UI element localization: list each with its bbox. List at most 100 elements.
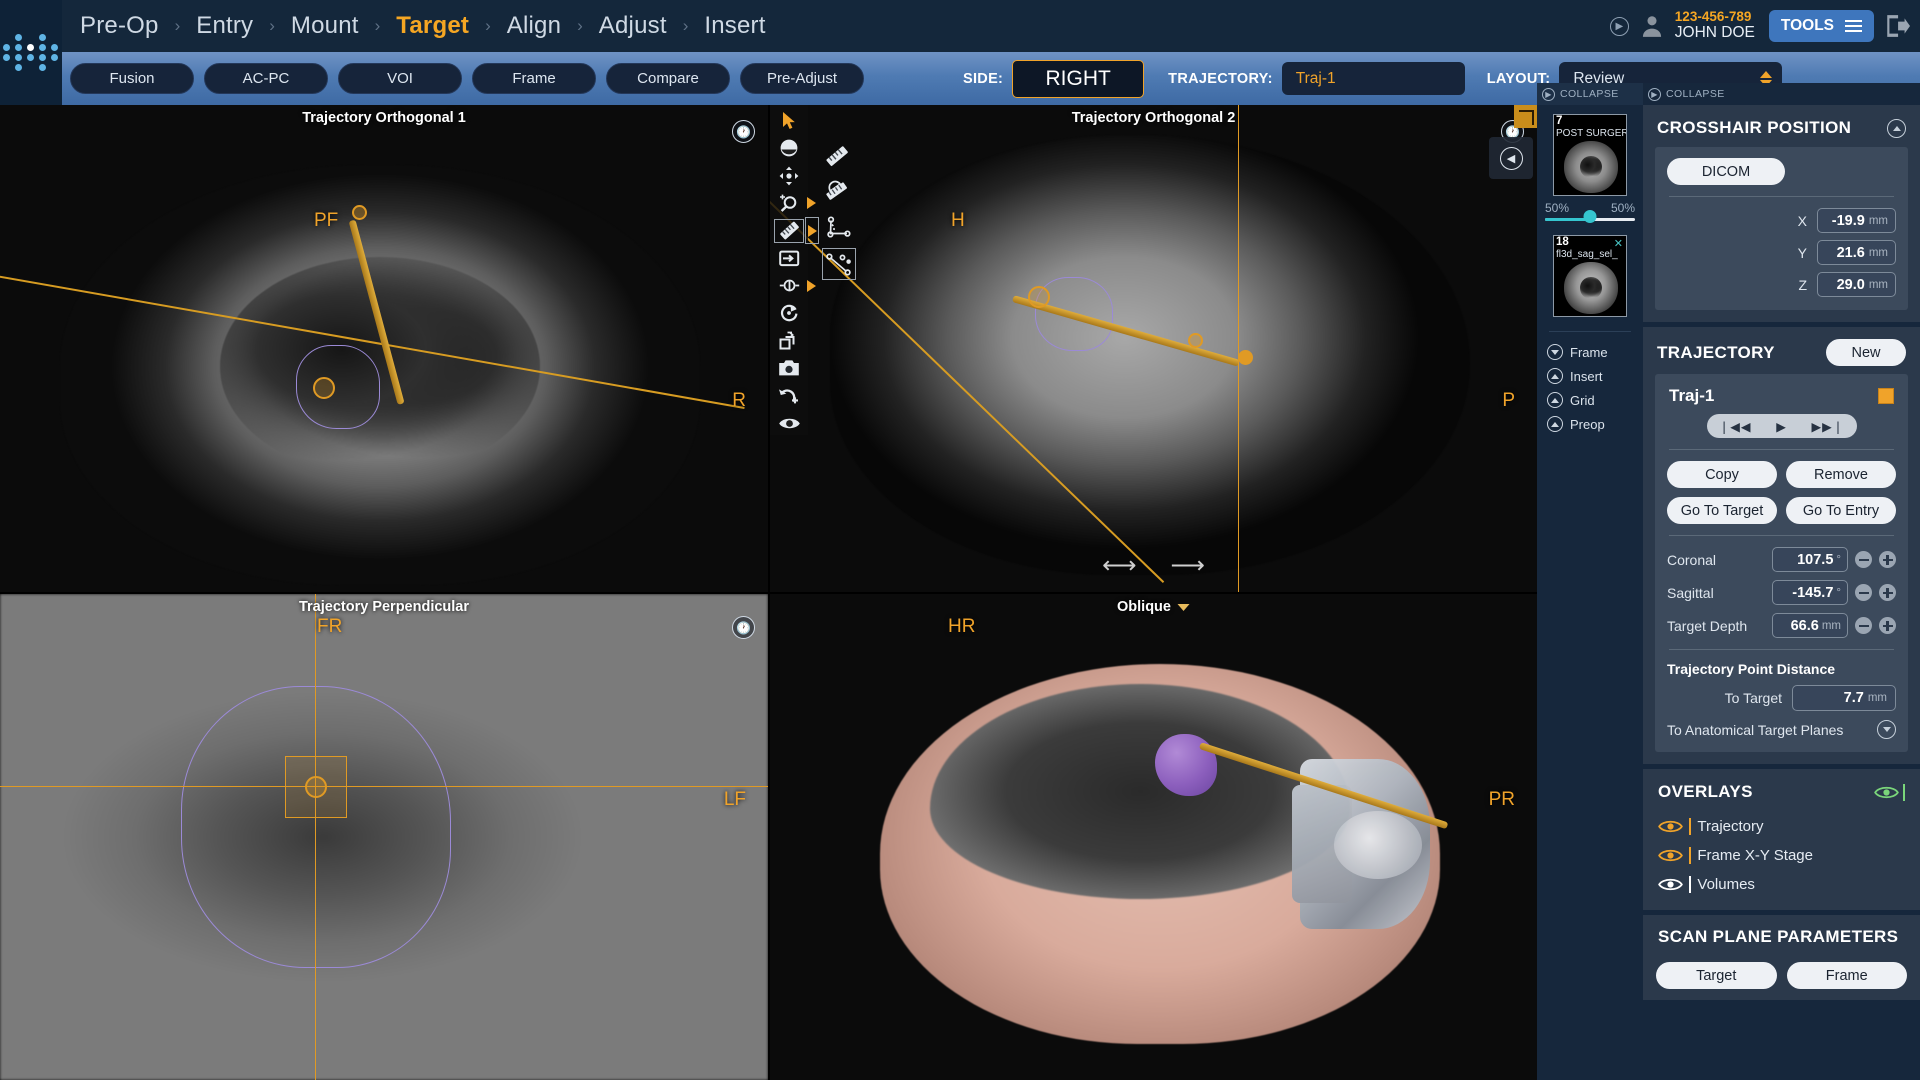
breadcrumb-step-target[interactable]: Target (394, 12, 471, 40)
toolbar-button-compare[interactable]: Compare (606, 63, 730, 94)
target-depth-decrement-button[interactable] (1855, 617, 1872, 634)
dicom-mode-button[interactable]: DICOM (1667, 158, 1785, 185)
camera-icon[interactable] (774, 357, 804, 380)
blend-slider-knob[interactable] (1583, 210, 1597, 223)
target-depth-field[interactable]: 66.6 mm (1772, 613, 1848, 638)
coronal-angle-field[interactable]: 107.5 ° (1772, 547, 1848, 572)
transport-play-button[interactable]: ▶ (1776, 419, 1787, 434)
viewport-trajectory-orthogonal-1[interactable]: Trajectory Orthogonal 1 PF R 🕐 (0, 105, 768, 592)
thumbnail-name: POST SURGER (1556, 128, 1627, 139)
ruler-icon[interactable] (774, 217, 819, 245)
tumor-3d-mesh (1155, 734, 1217, 796)
logout-icon[interactable] (1884, 14, 1910, 38)
breadcrumb-step-pre-op[interactable]: Pre-Op (78, 12, 161, 40)
scan-plane-target-button[interactable]: Target (1656, 962, 1777, 989)
viewport-oblique-3d[interactable]: Oblique HR PR (770, 594, 1537, 1080)
thumb-panel-collapse-bar[interactable]: ▶ COLLAPSE (1537, 83, 1643, 105)
point-distance-icon[interactable] (822, 248, 856, 280)
series-thumbnail[interactable]: 18 fl3d_sag_sel_ ✕ (1553, 235, 1627, 317)
pan-icon[interactable] (774, 164, 804, 187)
viewport-title[interactable]: Oblique (1117, 599, 1190, 615)
overlays-master-toggle[interactable] (1873, 783, 1905, 801)
viewport-trajectory-orthogonal-2[interactable]: ⟷ ⟶ Trajectory Orthogonal 2 H P 🕐 ◀ (770, 105, 1537, 592)
overlay-item-volumes[interactable]: Volumes (1656, 870, 1907, 899)
thumb-panel-item-frame[interactable]: Frame (1537, 340, 1643, 364)
trajectory-color-swatch[interactable] (1878, 388, 1894, 404)
breadcrumb-step-adjust[interactable]: Adjust (597, 12, 669, 40)
app-logo[interactable] (0, 0, 62, 105)
coronal-decrement-button[interactable] (1855, 551, 1872, 568)
orientation-marker-top: FR (317, 616, 343, 637)
series-thumbnail[interactable]: 7 POST SURGER (1553, 114, 1627, 196)
breadcrumb-step-entry[interactable]: Entry (194, 12, 255, 40)
crosshair-vertical (315, 594, 317, 1080)
window-level-icon[interactable] (774, 136, 804, 159)
chevron-down-icon[interactable] (1877, 720, 1896, 739)
entry-extension-marker[interactable] (1238, 350, 1253, 365)
viewport-history-button[interactable]: 🕐 (732, 616, 755, 639)
sagittal-decrement-button[interactable] (1855, 584, 1872, 601)
coordinate-z-field[interactable]: 29.0 mm (1817, 272, 1896, 297)
rotate-icon[interactable] (774, 302, 804, 325)
target-point-marker[interactable] (305, 776, 327, 798)
viewport-trajectory-perpendicular[interactable]: Trajectory Perpendicular FR LF 🕐 (0, 594, 768, 1080)
cursor-icon[interactable] (774, 109, 804, 132)
new-trajectory-button[interactable]: New (1826, 339, 1906, 366)
target-depth-increment-button[interactable] (1879, 617, 1896, 634)
toolbar-button-frame[interactable]: Frame (472, 63, 596, 94)
rotation-arrows[interactable]: ⟷ ⟶ (1102, 551, 1205, 580)
go-to-entry-button[interactable]: Go To Entry (1786, 497, 1896, 524)
side-value[interactable]: RIGHT (1012, 59, 1145, 98)
viewport-history-button[interactable]: 🕐 (732, 120, 755, 143)
angle-three-point-icon[interactable] (822, 212, 856, 244)
coordinate-y-field[interactable]: 21.6 mm (1817, 240, 1896, 265)
trajectory-select[interactable]: Traj-1 (1281, 62, 1465, 95)
breadcrumb-step-insert[interactable]: Insert (702, 12, 767, 40)
copy-slice-icon[interactable] (774, 329, 804, 352)
coronal-increment-button[interactable] (1879, 551, 1896, 568)
sagittal-increment-button[interactable] (1879, 584, 1896, 601)
thumb-panel-item-preop[interactable]: Preop (1537, 412, 1643, 436)
copy-trajectory-button[interactable]: Copy (1667, 461, 1777, 488)
blend-slider[interactable] (1537, 210, 1643, 223)
go-to-target-button[interactable]: Go To Target (1667, 497, 1777, 524)
coordinate-x-field[interactable]: -19.9 mm (1817, 208, 1896, 233)
toolbar-button-pre-adjust[interactable]: Pre-Adjust (740, 63, 864, 94)
anatomical-target-planes-row[interactable]: To Anatomical Target Planes (1667, 720, 1896, 739)
toolbar-button-fusion[interactable]: Fusion (70, 63, 194, 94)
target-point-marker[interactable] (1028, 286, 1050, 308)
ruler-straight-icon[interactable] (820, 140, 854, 172)
undo-add-icon[interactable] (774, 384, 804, 407)
overlay-item-trajectory[interactable]: Trajectory (1656, 812, 1907, 841)
slab-icon[interactable] (774, 247, 804, 270)
toolbar-button-voi[interactable]: VOI (338, 63, 462, 94)
sidebar-collapse-bar[interactable]: ▶ COLLAPSE (1643, 83, 1920, 105)
trajectory-transport-controls[interactable]: ❘◀◀ ▶ ▶▶❘ (1706, 414, 1857, 438)
collapse-chevron-up-icon[interactable] (1887, 118, 1906, 138)
close-icon[interactable]: ✕ (1614, 237, 1623, 250)
sagittal-angle-field[interactable]: -145.7 ° (1772, 580, 1848, 605)
breadcrumb-step-mount[interactable]: Mount (289, 12, 361, 40)
transport-last-button[interactable]: ▶▶❘ (1811, 419, 1844, 434)
angle-protractor-icon[interactable] (820, 174, 854, 206)
overlay-item-frame-xy-stage[interactable]: Frame X-Y Stage (1656, 841, 1907, 870)
toolbar-button-ac-pc[interactable]: AC-PC (204, 63, 328, 94)
target-point-marker[interactable] (313, 377, 335, 399)
scan-plane-card-title: SCAN PLANE PARAMETERS (1658, 927, 1899, 946)
zoom-icon[interactable] (774, 191, 816, 214)
eye-icon[interactable] (774, 412, 804, 435)
viewport-collapse-button[interactable]: ◀ (1489, 137, 1533, 179)
tools-button[interactable]: TOOLS (1768, 10, 1874, 42)
entry-point-marker[interactable] (1188, 333, 1203, 348)
to-target-field[interactable]: 7.7 mm (1792, 685, 1896, 711)
viewport-expand-corner-button[interactable] (1514, 105, 1537, 128)
entry-point-marker[interactable] (352, 205, 367, 220)
contrast-icon[interactable] (774, 274, 816, 297)
scan-plane-frame-button[interactable]: Frame (1786, 962, 1907, 989)
transport-first-button[interactable]: ❘◀◀ (1719, 419, 1752, 434)
remove-trajectory-button[interactable]: Remove (1786, 461, 1896, 488)
expand-user-icon[interactable]: ▶ (1609, 16, 1629, 36)
thumb-panel-item-grid[interactable]: Grid (1537, 388, 1643, 412)
thumb-panel-item-insert[interactable]: Insert (1537, 364, 1643, 388)
breadcrumb-step-align[interactable]: Align (505, 12, 563, 40)
